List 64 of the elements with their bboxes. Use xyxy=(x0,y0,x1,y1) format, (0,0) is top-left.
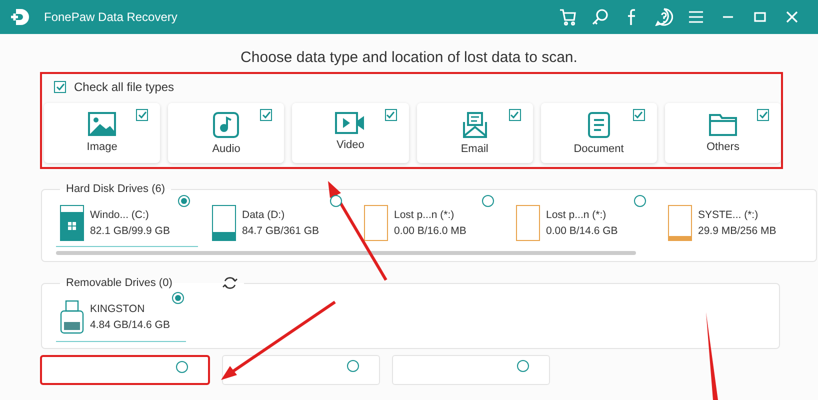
page-heading: Choose data type and location of lost data to scan. xyxy=(240,49,578,66)
drive-size: 0.00 B/14.6 GB xyxy=(546,225,618,237)
drive-icon xyxy=(364,205,388,241)
checkbox[interactable] xyxy=(384,109,397,121)
radio-button[interactable] xyxy=(172,292,184,304)
music-note-icon xyxy=(213,112,240,138)
scrollbar[interactable] xyxy=(56,251,636,255)
drive-size: 4.84 GB/14.6 GB xyxy=(90,319,170,331)
panel-title: Removable Drives (0) xyxy=(60,277,244,290)
document-icon xyxy=(588,112,610,138)
drive-name: Windo... (C:) xyxy=(90,209,150,221)
drive-name: KINGSTON xyxy=(90,303,146,315)
checkbox[interactable] xyxy=(136,109,148,121)
radio-button[interactable] xyxy=(176,361,188,373)
menu-icon[interactable] xyxy=(687,8,705,26)
file-type-card[interactable]: Document xyxy=(540,103,657,163)
drive-name: Lost p...n (*:) xyxy=(394,209,456,221)
checkbox-label: Check all file types xyxy=(74,80,174,94)
window-title: FonePaw Data Recovery xyxy=(44,10,178,24)
cart-icon[interactable] xyxy=(559,8,577,26)
refresh-icon[interactable] xyxy=(222,277,238,290)
highlight-frame[interactable] xyxy=(40,355,210,385)
drive-name: Data (D:) xyxy=(242,209,286,221)
radio-button[interactable] xyxy=(330,195,342,207)
windows-logo-icon xyxy=(68,222,76,230)
checkbox[interactable] xyxy=(54,81,66,93)
file-type-card[interactable]: Audio xyxy=(168,103,284,163)
drive-size: 29.9 MB/256 MB xyxy=(698,225,776,237)
checkbox[interactable] xyxy=(260,109,272,121)
key-icon[interactable] xyxy=(591,8,609,26)
folder-icon xyxy=(708,112,737,136)
close-icon[interactable] xyxy=(785,10,799,24)
radio-button[interactable] xyxy=(634,195,646,207)
drive-size: 84.7 GB/361 GB xyxy=(242,225,320,237)
checkbox[interactable] xyxy=(632,109,645,121)
maximize-icon[interactable] xyxy=(753,10,767,24)
file-type-label: Video xyxy=(336,139,364,151)
radio-button[interactable] xyxy=(517,360,529,372)
app-logo-icon xyxy=(10,7,30,27)
drive-name: Lost p...n (*:) xyxy=(546,209,608,221)
file-type-label: Image xyxy=(86,141,118,153)
file-type-label: Document xyxy=(574,143,624,155)
checkbox[interactable] xyxy=(757,109,770,121)
file-type-card[interactable]: Image xyxy=(44,103,160,163)
radio-button[interactable] xyxy=(178,195,190,207)
drive-size: 0.00 B/16.0 MB xyxy=(394,225,466,237)
checkbox[interactable] xyxy=(508,109,521,121)
file-type-card[interactable]: Email xyxy=(416,103,533,163)
radio-button[interactable] xyxy=(347,360,359,372)
location-card[interactable] xyxy=(222,355,380,385)
file-type-label: Email xyxy=(460,143,488,155)
envelope-icon xyxy=(462,112,488,138)
image-icon xyxy=(88,112,116,136)
file-type-card[interactable]: Video xyxy=(292,103,409,163)
usb-drive-icon xyxy=(60,300,84,334)
radio-button[interactable] xyxy=(482,195,494,207)
drive-name: SYSTE... (*:) xyxy=(698,209,760,221)
panel-title: Hard Disk Drives (6) xyxy=(65,184,166,195)
file-type-label: Audio xyxy=(212,143,240,155)
file-type-label: Others xyxy=(706,141,740,153)
video-camera-icon xyxy=(335,112,366,134)
drive-icon xyxy=(516,205,540,241)
file-type-card[interactable]: Others xyxy=(664,103,782,163)
drive-size: 82.1 GB/99.9 GB xyxy=(90,225,170,237)
